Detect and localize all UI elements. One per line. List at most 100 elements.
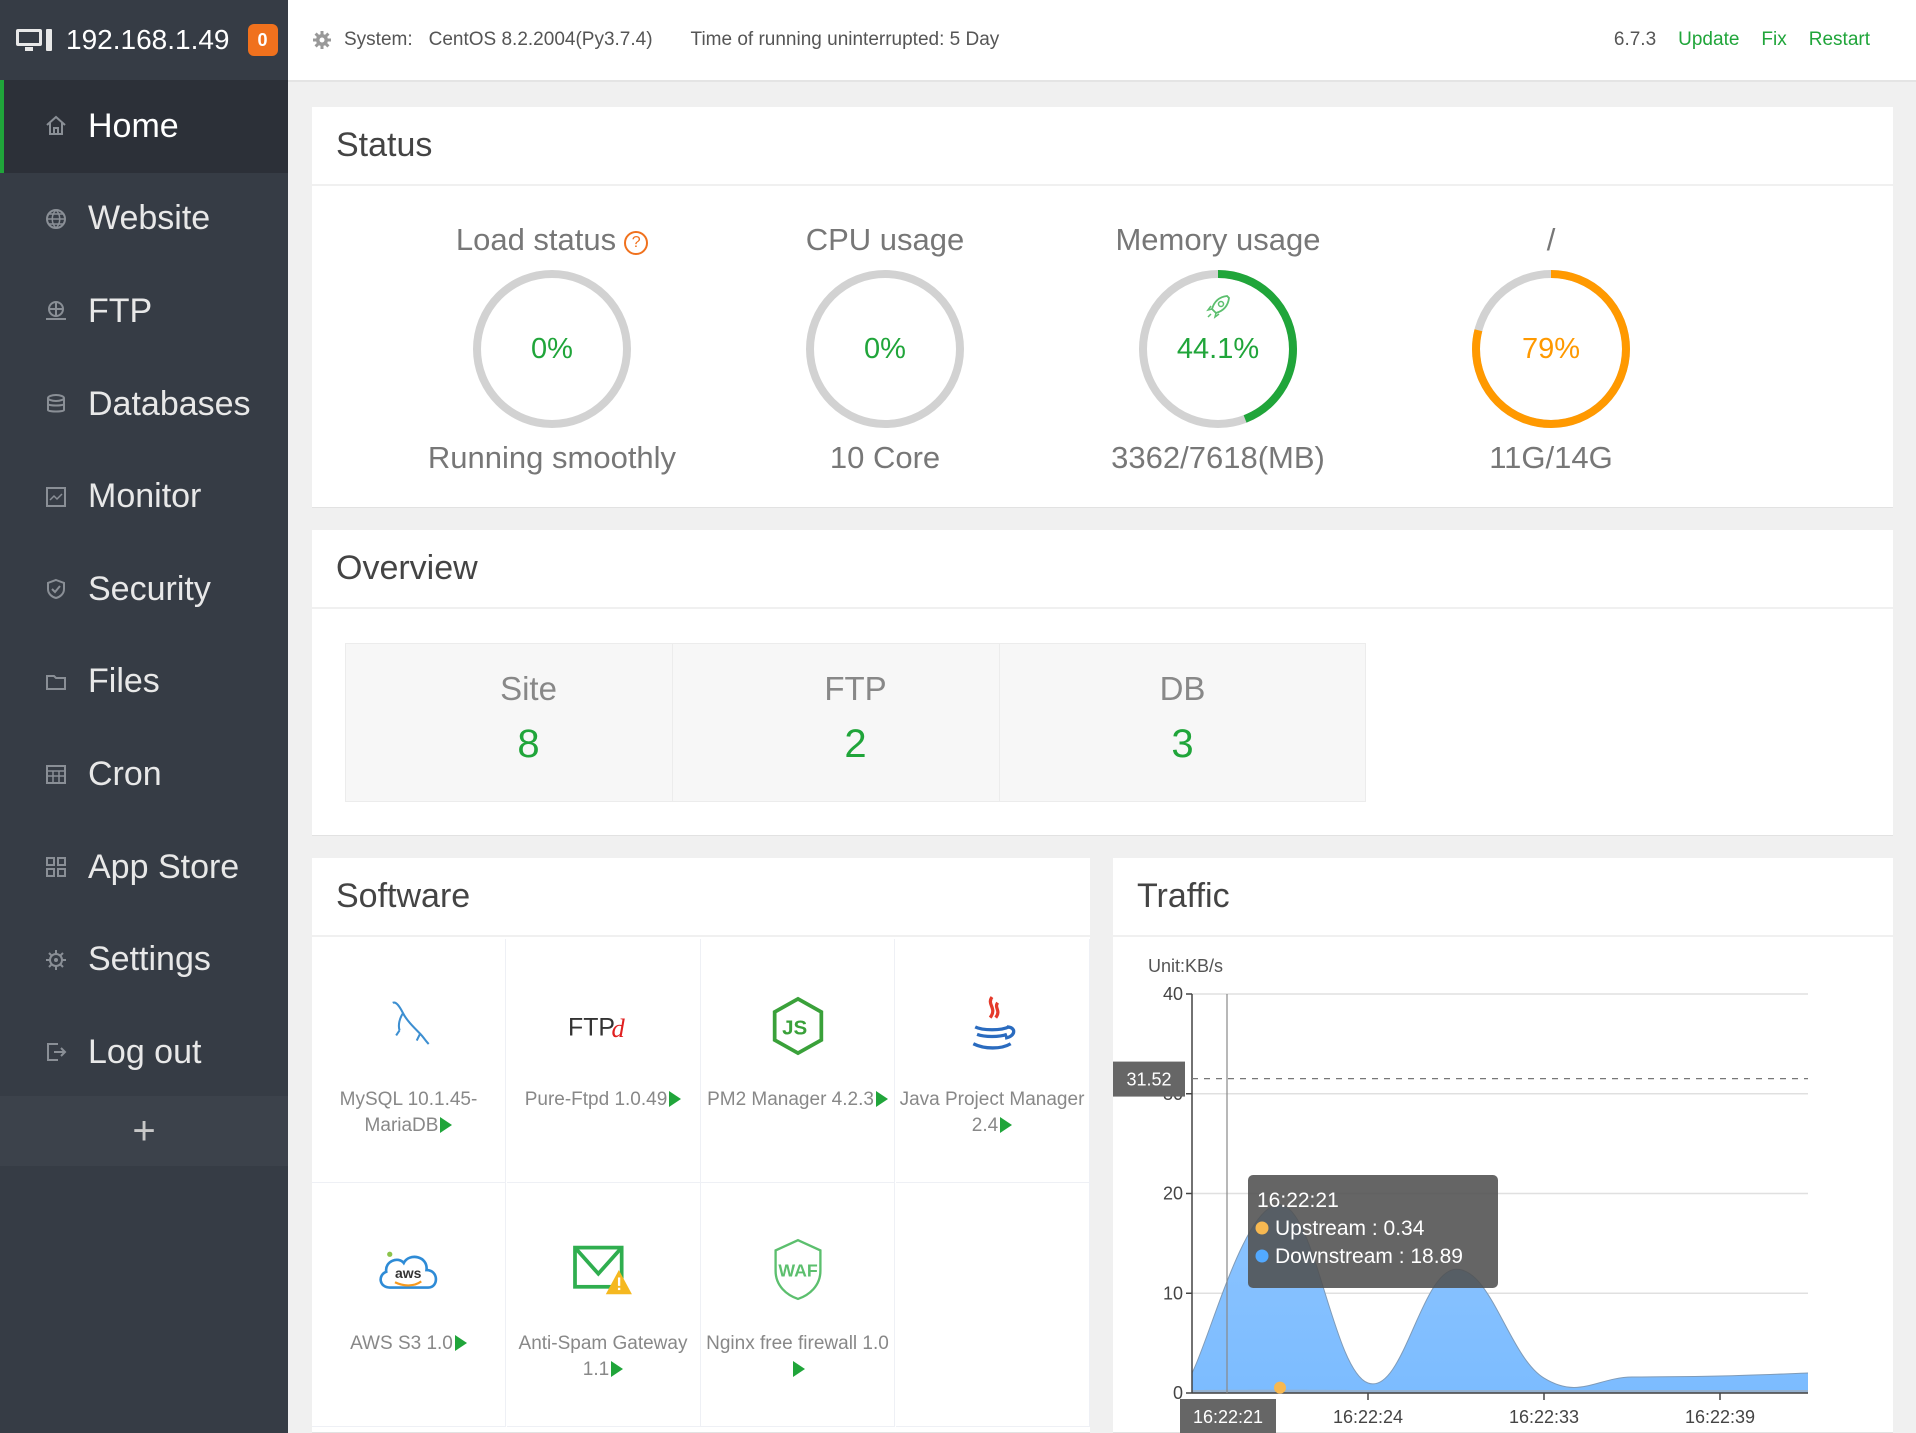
update-link[interactable]: Update xyxy=(1678,29,1739,51)
overview-stat-site[interactable]: Site 8 xyxy=(345,643,712,802)
axis-pointer-x-label: 16:22:21 xyxy=(1193,1407,1263,1427)
ftpd-logo-icon: FTP d xyxy=(568,991,638,1061)
gauge-ring: 79% xyxy=(1470,268,1632,430)
stat-value[interactable]: 2 xyxy=(673,722,1038,767)
software-item[interactable]: JS PM2 Manager 4.2.3 xyxy=(701,939,895,1183)
tooltip-time: 16:22:21 xyxy=(1257,1189,1339,1212)
software-name: PM2 Manager 4.2.3 xyxy=(701,1087,894,1113)
play-arrow-icon[interactable] xyxy=(875,1091,888,1107)
help-icon[interactable]: ? xyxy=(624,231,649,255)
traffic-chart[interactable]: 0102030401616:22:2416:22:3316:22:3931.52… xyxy=(1113,858,1893,1433)
overview-stat-ftp[interactable]: FTP 2 xyxy=(672,643,1039,802)
software-item[interactable]: WAF Nginx free firewall 1.0 xyxy=(701,1183,895,1427)
gauge-1[interactable]: CPU usage 0% 10 Core xyxy=(735,220,1035,476)
software-name-text: Java Project Manager 2.4 xyxy=(899,1089,1085,1136)
stat-label: Site xyxy=(500,670,557,707)
add-menu-button[interactable]: + xyxy=(0,1096,288,1166)
gauge-2[interactable]: Memory usage 44.1% 3362/7618(MB) xyxy=(1068,220,1368,476)
sidebar-item-label: Monitor xyxy=(88,477,202,516)
play-arrow-icon[interactable] xyxy=(792,1361,805,1377)
software-item[interactable]: aws AWS S3 1.0 xyxy=(312,1183,506,1427)
sidebar-item-website[interactable]: Website xyxy=(0,173,288,266)
software-item[interactable]: Java Project Manager 2.4 xyxy=(895,939,1090,1183)
software-name: Pure-Ftpd 1.0.49 xyxy=(507,1087,700,1113)
tooltip-row-upstream: Upstream : 0.34 xyxy=(1275,1217,1425,1240)
waf-shield-icon: WAF xyxy=(763,1235,833,1305)
sidebar-item-settings[interactable]: Settings xyxy=(0,913,288,1006)
sidebar-item-label: Cron xyxy=(88,754,162,793)
stat-label: FTP xyxy=(824,670,887,707)
sidebar-item-home[interactable]: Home xyxy=(0,80,288,173)
svg-text:JS: JS xyxy=(782,1016,807,1039)
sidebar-item-security[interactable]: Security xyxy=(0,543,288,636)
gauge-0[interactable]: Load status? 0% Running smoothly xyxy=(402,220,702,476)
gauge-ring: 0% xyxy=(804,268,966,430)
sidebar-item-databases[interactable]: Databases xyxy=(0,358,288,451)
sidebar-item-log-out[interactable]: Log out xyxy=(0,1006,288,1099)
tooltip-marker-upstream xyxy=(1255,1221,1269,1235)
gauge-title: / xyxy=(1401,220,1701,260)
play-arrow-icon[interactable] xyxy=(669,1091,682,1107)
tooltip-marker-downstream xyxy=(1255,1249,1269,1263)
y-tick-label: 40 xyxy=(1163,984,1183,1004)
sidebar-item-monitor[interactable]: Monitor xyxy=(0,450,288,543)
sidebar-item-label: App Store xyxy=(88,847,240,886)
software-name-text: Anti-Spam Gateway 1.1 xyxy=(518,1333,688,1380)
sidebar-item-ftp[interactable]: FTP xyxy=(0,265,288,358)
gauge-3[interactable]: / 79% 11G/14G xyxy=(1401,220,1701,476)
svg-text:d: d xyxy=(612,1013,626,1043)
play-arrow-icon[interactable] xyxy=(1000,1117,1013,1133)
play-arrow-icon[interactable] xyxy=(440,1117,453,1133)
gauge-value: 0% xyxy=(531,332,573,365)
overview-stat-db[interactable]: DB 3 xyxy=(999,643,1366,802)
fix-link[interactable]: Fix xyxy=(1761,29,1786,51)
x-tick-label: 16:22:39 xyxy=(1685,1407,1755,1427)
top-header: System: CentOS 8.2.2004(Py3.7.4) Time of… xyxy=(288,0,1916,82)
gear-icon xyxy=(313,31,331,49)
software-item[interactable]: Anti-Spam Gateway 1.1 xyxy=(506,1183,701,1427)
mail-warning-icon xyxy=(568,1235,638,1305)
sidebar-item-files[interactable]: Files xyxy=(0,636,288,729)
aws-cloud-icon: aws xyxy=(374,1235,444,1305)
gear-icon xyxy=(44,948,68,972)
software-name: Anti-Spam Gateway 1.1 xyxy=(507,1331,700,1383)
server-ip: 192.168.1.49 xyxy=(66,24,230,55)
software-name-text: MySQL 10.1.45-MariaDB xyxy=(339,1089,478,1136)
stat-value[interactable]: 8 xyxy=(346,722,711,767)
tooltip-row-downstream: Downstream : 18.89 xyxy=(1275,1245,1463,1268)
sidebar-item-app-store[interactable]: App Store xyxy=(0,821,288,914)
gauge-title: Load status? xyxy=(402,220,702,260)
gauge-value: 0% xyxy=(864,332,906,365)
logout-icon xyxy=(44,1040,68,1064)
gauge-value: 44.1% xyxy=(1176,332,1260,365)
sidebar-item-label: Databases xyxy=(88,384,251,423)
sidebar: 192.168.1.49 0 Home Website FTP Databases Mo… xyxy=(0,0,288,1433)
gauge-title: Memory usage xyxy=(1068,220,1368,260)
calendar-icon xyxy=(44,762,68,786)
restart-link[interactable]: Restart xyxy=(1809,29,1870,51)
sidebar-item-label: Website xyxy=(88,199,211,238)
software-item[interactable]: FTP d Pure-Ftpd 1.0.49 xyxy=(506,939,701,1183)
ftp-icon xyxy=(44,299,68,323)
notification-badge[interactable]: 0 xyxy=(247,24,278,56)
upstream-point xyxy=(1274,1381,1286,1394)
software-name: MySQL 10.1.45-MariaDB xyxy=(312,1087,505,1139)
sidebar-item-label: Settings xyxy=(88,940,211,979)
globe-icon xyxy=(44,207,68,231)
software-empty-cell xyxy=(895,1183,1090,1427)
gauge-ring: 0% xyxy=(471,268,633,430)
sidebar-item-cron[interactable]: Cron xyxy=(0,728,288,821)
play-arrow-icon[interactable] xyxy=(611,1361,624,1377)
stat-label: DB xyxy=(1159,670,1206,707)
svg-text:aws: aws xyxy=(395,1265,422,1281)
software-item[interactable]: MySQL 10.1.45-MariaDB xyxy=(312,939,506,1183)
x-tick-label: 16:22:24 xyxy=(1333,1407,1403,1427)
sidebar-item-label: FTP xyxy=(88,291,153,330)
grid-icon xyxy=(44,855,68,879)
play-arrow-icon[interactable] xyxy=(454,1335,467,1351)
panel-version: 6.7.3 xyxy=(1613,29,1657,50)
sidebar-item-label: Home xyxy=(88,106,179,145)
stat-value[interactable]: 3 xyxy=(1000,722,1365,767)
software-name-text: AWS S3 1.0 xyxy=(350,1333,453,1354)
uptime-text: Time of running uninterrupted: 5 Day xyxy=(690,29,1000,50)
